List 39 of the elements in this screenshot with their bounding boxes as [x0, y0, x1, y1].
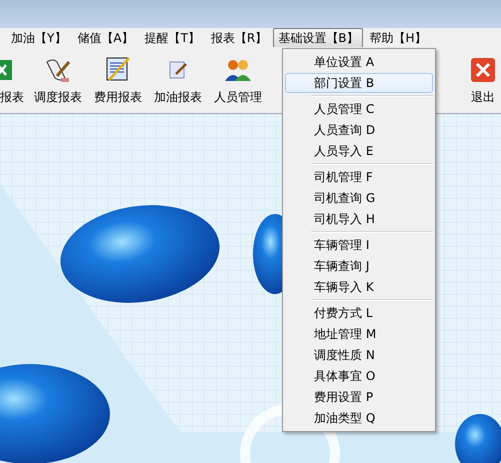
toolbar-button[interactable]: 费用报表 [88, 47, 148, 106]
button-label: 费用报表 [94, 89, 142, 106]
menu-item[interactable]: 车辆导入 K [285, 277, 433, 297]
menu-item[interactable]: 帮助【H】 [364, 28, 432, 48]
button-label: 报表 [0, 89, 24, 106]
menu-item[interactable]: 人员查询 D [285, 120, 433, 140]
button-label: 退出 [471, 89, 495, 106]
menu-item[interactable]: 报表【R】 [206, 28, 272, 48]
menu-item[interactable]: 具体事宜 O [285, 366, 433, 386]
menu-item[interactable]: 人员管理 C [285, 99, 433, 119]
menu-item[interactable]: 基础设置【B】 [273, 28, 364, 48]
people-icon [223, 57, 253, 83]
blob-drawing [455, 414, 501, 463]
menu-item[interactable]: 加油【Y】 [6, 28, 72, 48]
menu-item[interactable]: 司机导入 H [285, 209, 433, 229]
close-icon [470, 57, 496, 83]
menu-item[interactable]: 费用设置 P [285, 387, 433, 407]
spreadsheet-icon [0, 58, 14, 82]
toolbar-button[interactable]: 报表 [0, 47, 28, 106]
toolbar-button[interactable]: 人员管理 [208, 47, 268, 106]
toolbar-button[interactable]: 加油报表 [148, 47, 208, 106]
toolbar-button[interactable]: 退出 [465, 47, 501, 106]
menu-item[interactable]: 人员导入 E [285, 141, 433, 161]
menu-item[interactable]: 调度性质 N [285, 345, 433, 365]
menu-item[interactable]: 地址管理 M [285, 324, 433, 344]
button-label: 调度报表 [34, 89, 82, 106]
toolbar-button[interactable]: 调度报表 [28, 47, 88, 106]
menu-item[interactable]: 单位设置 A [285, 52, 433, 72]
button-label: 加油报表 [154, 89, 202, 106]
menu-item[interactable]: 司机管理 F [285, 167, 433, 187]
menu-item[interactable]: 车辆查询 J [285, 256, 433, 276]
menu-item[interactable]: 司机查询 G [285, 188, 433, 208]
menu-item[interactable]: 部门设置 B [285, 73, 433, 93]
button-label: 人员管理 [214, 89, 262, 106]
menu-item[interactable]: 付费方式 L [285, 303, 433, 323]
menu-item[interactable]: 车辆管理 I [285, 235, 433, 255]
menu-item[interactable]: 提醒【T】 [140, 28, 205, 48]
menu-item[interactable]: 加油类型 Q [285, 408, 433, 428]
menu-item[interactable]: 储值【A】 [72, 28, 139, 48]
